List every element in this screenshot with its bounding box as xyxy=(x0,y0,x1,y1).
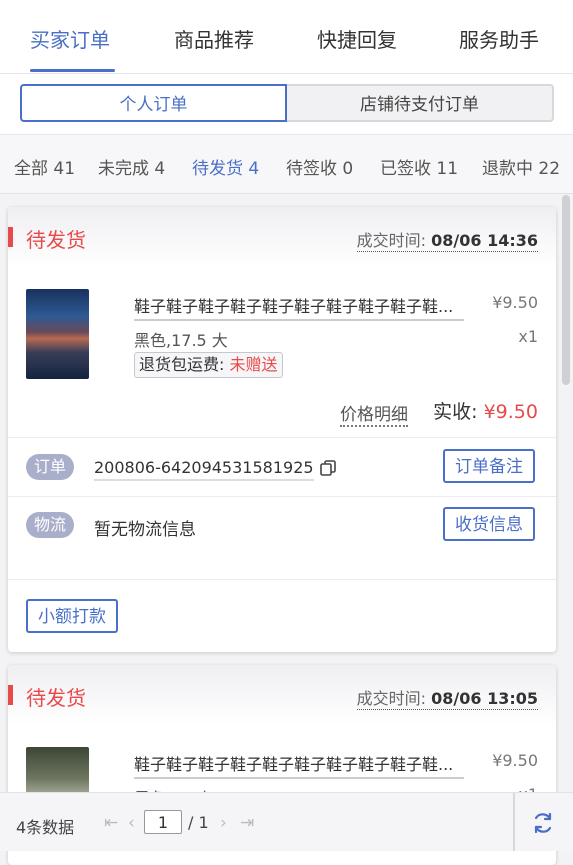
order-card-header: 待发货 成交时间: 08/06 13:05 xyxy=(8,665,556,725)
divider xyxy=(8,437,556,438)
product-price: ¥9.50 xyxy=(492,293,538,312)
deal-time[interactable]: 成交时间: 08/06 13:05 xyxy=(356,685,538,710)
order-number[interactable]: 200806-642094531581925 xyxy=(94,458,314,481)
first-page-icon[interactable]: ⇤ xyxy=(104,813,118,833)
order-type-segment: 个人订单 店铺待支付订单 xyxy=(0,74,573,135)
scrollbar-thumb[interactable] xyxy=(562,195,570,385)
small-payment-button[interactable]: 小额打款 xyxy=(26,599,118,633)
logistics-info: 暂无物流信息 xyxy=(94,520,196,540)
product-name[interactable]: 鞋子鞋子鞋子鞋子鞋子鞋子鞋子鞋子鞋子鞋... xyxy=(134,293,464,321)
page-input[interactable]: 1 xyxy=(144,810,182,834)
order-note-button[interactable]: 订单备注 xyxy=(443,449,535,483)
next-page-icon[interactable]: › xyxy=(220,813,227,833)
order-pill: 订单 xyxy=(26,454,75,480)
status-pending-ship[interactable]: 待发货 4 xyxy=(192,154,259,179)
product-thumbnail[interactable] xyxy=(26,289,89,379)
tab-product-recommend[interactable]: 商品推荐 xyxy=(174,24,254,53)
status-all[interactable]: 全部 41 xyxy=(14,154,75,179)
product-name[interactable]: 鞋子鞋子鞋子鞋子鞋子鞋子鞋子鞋子鞋子鞋... xyxy=(134,751,464,779)
return-shipping-tag: 退货包运费: 未赠送 xyxy=(134,352,283,378)
divider xyxy=(8,579,556,580)
status-unfinished[interactable]: 未完成 4 xyxy=(98,154,165,179)
refresh-icon[interactable] xyxy=(531,811,555,835)
pagination-footer: 4条数据 ⇤ ‹ 1 / 1 › ⇥ xyxy=(0,792,573,851)
deal-time[interactable]: 成交时间: 08/06 14:36 xyxy=(356,227,538,252)
last-page-icon[interactable]: ⇥ xyxy=(240,813,254,833)
active-tab-indicator xyxy=(30,69,115,72)
status-filter-bar: 全部 41 未完成 4 待发货 4 待签收 0 已签收 11 退款中 22 xyxy=(0,135,573,194)
product-qty: x1 xyxy=(518,327,538,346)
order-card: 待发货 成交时间: 08/06 14:36 鞋子鞋子鞋子鞋子鞋子鞋子鞋子鞋子鞋子… xyxy=(8,207,556,652)
logistics-pill: 物流 xyxy=(26,512,75,538)
status-pending-sign[interactable]: 待签收 0 xyxy=(286,154,353,179)
top-tab-bar: 买家订单 商品推荐 快捷回复 服务助手 xyxy=(0,0,573,74)
status-marker xyxy=(8,227,13,247)
tab-service-assistant[interactable]: 服务助手 xyxy=(459,24,539,53)
total-count: 4条数据 xyxy=(16,818,75,837)
tab-quick-reply[interactable]: 快捷回复 xyxy=(317,24,397,53)
order-status: 待发货 xyxy=(26,686,86,710)
status-refunding[interactable]: 退款中 22 xyxy=(482,154,560,179)
segment-personal-orders[interactable]: 个人订单 xyxy=(20,84,287,122)
product-spec: 黑色,17.5 大 xyxy=(134,331,228,350)
order-status: 待发货 xyxy=(26,228,86,252)
product-price: ¥9.50 xyxy=(492,751,538,770)
prev-page-icon[interactable]: ‹ xyxy=(128,813,135,833)
total-pages: / 1 xyxy=(188,813,209,832)
tab-buyer-orders[interactable]: 买家订单 xyxy=(30,24,110,53)
divider xyxy=(8,496,556,497)
price-detail-link[interactable]: 价格明细 xyxy=(340,400,408,427)
status-signed[interactable]: 已签收 11 xyxy=(380,154,458,179)
copy-icon[interactable] xyxy=(319,459,337,477)
status-marker xyxy=(8,685,13,705)
order-card-header: 待发货 成交时间: 08/06 14:36 xyxy=(8,207,556,267)
actual-amount: 实收: ¥9.50 xyxy=(433,401,538,423)
footer-divider xyxy=(513,793,515,851)
receive-info-button[interactable]: 收货信息 xyxy=(443,507,535,541)
segment-shop-pending-orders[interactable]: 店铺待支付订单 xyxy=(287,84,554,122)
